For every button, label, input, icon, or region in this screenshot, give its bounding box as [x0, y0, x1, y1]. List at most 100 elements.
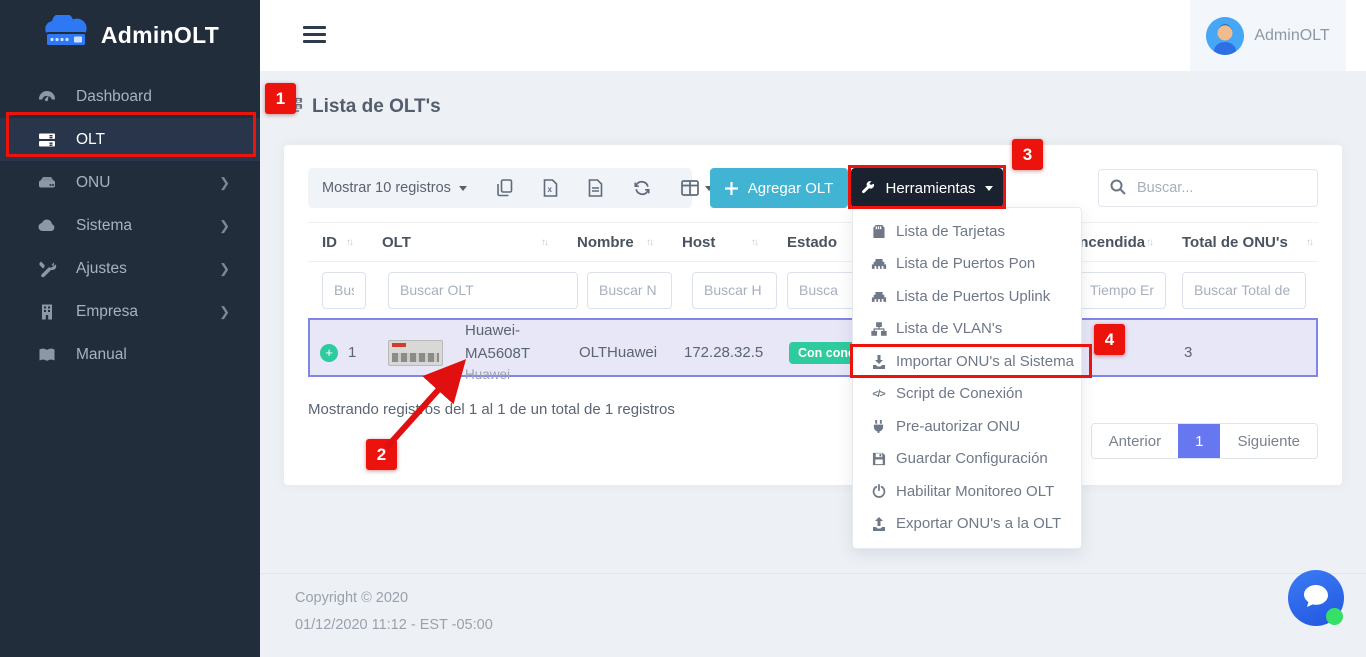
menu-item-label: Lista de Puertos Uplink — [896, 288, 1050, 305]
sidebar-item-manual[interactable]: Manual — [0, 333, 260, 376]
filter-olt-input[interactable] — [388, 272, 578, 309]
refresh-button[interactable] — [633, 179, 651, 197]
table-row[interactable]: 1 Huawei-MA5608T Huawei OLTHuawei 172.28… — [308, 318, 1318, 377]
menu-item-label: Script de Conexión — [896, 385, 1023, 402]
filter-nombre-input[interactable] — [587, 272, 672, 309]
menu-item-guardar-configuracion[interactable]: Guardar Configuración — [853, 443, 1081, 476]
tools-dropdown-button[interactable]: Herramientas — [851, 168, 1003, 208]
user-name: AdminOLT — [1254, 27, 1329, 45]
sidebar-item-dashboard[interactable]: Dashboard — [0, 75, 260, 118]
show-entries-select[interactable]: Mostrar 10 registros — [322, 180, 467, 196]
column-header-total-onus: Total de ONU's — [1182, 234, 1288, 251]
sidebar-item-sistema[interactable]: Sistema ❯ — [0, 204, 260, 247]
caret-down-icon — [985, 186, 993, 191]
sitemap-icon — [870, 321, 887, 337]
brand[interactable]: AdminOLT — [0, 0, 260, 71]
download-icon — [870, 353, 887, 369]
user-menu[interactable]: AdminOLT — [1190, 0, 1346, 71]
chevron-right-icon: ❯ — [219, 175, 230, 191]
menu-item-importar-onus-al-sistema[interactable]: Importar ONU's al Sistema — [853, 345, 1081, 378]
olt-device-image — [388, 340, 443, 366]
menu-item-label: Lista de Puertos Pon — [896, 255, 1035, 272]
column-header-olt: OLT — [382, 234, 411, 251]
row-id: 1 — [348, 344, 356, 361]
expand-row-icon[interactable] — [320, 344, 338, 362]
sort-icon[interactable] — [346, 237, 352, 248]
wrench-icon — [861, 181, 876, 196]
add-olt-button[interactable]: Agregar OLT — [710, 168, 848, 208]
menu-item-pre-autorizar-onu[interactable]: Pre-autorizar ONU — [853, 410, 1081, 443]
filter-host-input[interactable] — [692, 272, 777, 309]
table-summary: Mostrando registros del 1 al 1 de un tot… — [308, 401, 675, 418]
code-icon — [870, 386, 887, 402]
server-icon — [36, 130, 58, 150]
row-host: 172.28.32.5 — [684, 344, 763, 361]
sidebar-item-label: Ajustes — [76, 260, 127, 278]
sort-icon[interactable] — [1146, 237, 1152, 248]
pagination-previous[interactable]: Anterior — [1092, 424, 1179, 458]
menu-item-label: Habilitar Monitoreo OLT — [896, 483, 1054, 500]
sidebar-item-label: Sistema — [76, 217, 132, 235]
row-olt-model: Huawei-MA5608T — [465, 320, 565, 365]
table-filter-row — [308, 262, 1318, 318]
sort-icon[interactable] — [646, 237, 652, 248]
sidebar-nav: Dashboard OLT ONU ❯ Sistema ❯ Aj — [0, 75, 260, 376]
add-olt-label: Agregar OLT — [748, 180, 834, 197]
annotation-step-1: 1 — [265, 83, 296, 114]
menu-toggle-icon[interactable] — [303, 26, 326, 47]
sidebar-item-empresa[interactable]: Empresa ❯ — [0, 290, 260, 333]
power-icon — [870, 483, 887, 499]
annotation-step-2: 2 — [366, 439, 397, 470]
upload-icon — [870, 516, 887, 532]
annotation-step-4: 4 — [1094, 324, 1125, 355]
export-excel-button[interactable]: x — [543, 179, 558, 197]
chevron-right-icon: ❯ — [219, 304, 230, 320]
olt-list-card: Mostrar 10 registros x — [284, 145, 1342, 485]
page-title: Lista de OLT's — [312, 96, 441, 118]
menu-item-label: Pre-autorizar ONU — [896, 418, 1020, 435]
brand-cloud-router-icon — [41, 15, 91, 56]
footer-datetime: 01/12/2020 11:12 - EST -05:00 — [295, 617, 493, 633]
menu-item-label: Lista de Tarjetas — [896, 223, 1005, 240]
sort-icon[interactable] — [1306, 237, 1312, 248]
gauge-icon — [36, 87, 58, 107]
copy-button[interactable] — [497, 179, 513, 197]
export-file-button[interactable] — [588, 179, 603, 197]
filter-tiempo-input[interactable] — [1078, 272, 1166, 309]
show-entries-label: Mostrar 10 registros — [322, 180, 451, 196]
caret-down-icon — [459, 186, 467, 191]
column-visibility-button[interactable] — [681, 180, 713, 196]
sort-icon[interactable] — [541, 237, 547, 248]
menu-item-lista-de-puertos-pon[interactable]: Lista de Puertos Pon — [853, 248, 1081, 281]
sd-card-icon — [870, 223, 887, 239]
chevron-right-icon: ❯ — [219, 218, 230, 234]
menu-item-exportar-onus-a-la-olt[interactable]: Exportar ONU's a la OLT — [853, 508, 1081, 541]
search-input[interactable] — [1098, 169, 1318, 207]
menu-item-lista-de-tarjetas[interactable]: Lista de Tarjetas — [853, 215, 1081, 248]
cloud-icon — [36, 216, 58, 236]
menu-item-lista-de-puertos-uplink[interactable]: Lista de Puertos Uplink — [853, 280, 1081, 313]
row-olt-vendor: Huawei — [465, 365, 565, 385]
annotation-step-3: 3 — [1012, 139, 1043, 170]
filter-id-input[interactable] — [322, 272, 366, 309]
ethernet-icon — [870, 288, 887, 304]
chat-online-indicator — [1326, 608, 1343, 625]
sidebar-item-label: ONU — [76, 174, 110, 192]
row-total-onus: 3 — [1184, 344, 1192, 361]
column-header-host: Host — [682, 234, 715, 251]
sidebar-item-onu[interactable]: ONU ❯ — [0, 161, 260, 204]
menu-item-script-de-conexion[interactable]: Script de Conexión — [853, 378, 1081, 411]
sort-icon[interactable] — [751, 237, 757, 248]
pagination-page-1[interactable]: 1 — [1178, 424, 1220, 458]
sidebar-item-ajustes[interactable]: Ajustes ❯ — [0, 247, 260, 290]
sidebar-item-label: Empresa — [76, 303, 138, 321]
pagination-next[interactable]: Siguiente — [1220, 424, 1317, 458]
search-icon — [1110, 179, 1126, 200]
filter-total-input[interactable] — [1182, 272, 1306, 309]
menu-item-lista-de-vlans[interactable]: Lista de VLAN's — [853, 313, 1081, 346]
chevron-right-icon: ❯ — [219, 261, 230, 277]
sidebar-item-label: Manual — [76, 346, 127, 364]
menu-item-habilitar-monitoreo-olt[interactable]: Habilitar Monitoreo OLT — [853, 475, 1081, 508]
sidebar-item-olt[interactable]: OLT — [0, 118, 260, 161]
tools-dropdown-menu: Lista de Tarjetas Lista de Puertos Pon L… — [852, 207, 1082, 549]
